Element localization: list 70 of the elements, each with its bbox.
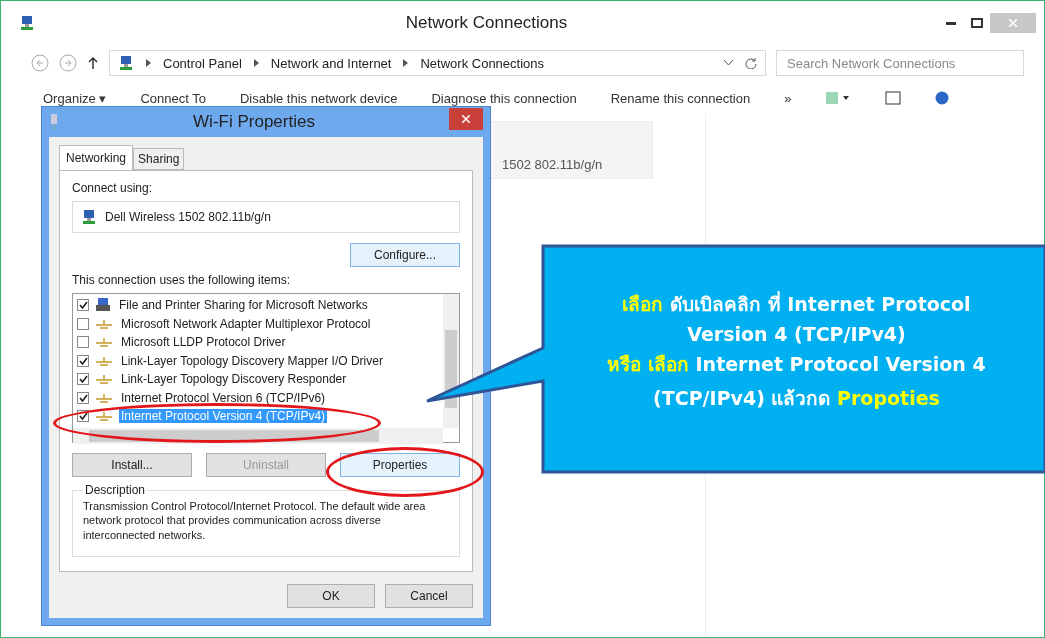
checkbox[interactable] [77, 299, 89, 312]
view-options-icon [825, 91, 852, 105]
toolbar-item[interactable]: Disable this network device [239, 90, 398, 106]
tab[interactable]: Sharing [133, 148, 185, 170]
instruction-text: เลือก ดับเบิลคลิก ที่ Internet Protocol [622, 290, 971, 317]
help-icon [935, 91, 950, 105]
checkbox[interactable] [77, 410, 89, 423]
forward-icon [59, 54, 77, 72]
protocol-icon [95, 392, 113, 403]
checkbox[interactable] [77, 336, 89, 349]
list-item[interactable]: Microsoft LLDP Protocol Driver [119, 335, 288, 350]
refresh-icon [745, 57, 757, 69]
vertical-scrollbar[interactable] [443, 294, 459, 428]
pane-icon [885, 91, 902, 105]
horizontal-scrollbar[interactable] [73, 427, 443, 444]
dropdown-icon [724, 60, 733, 66]
chevron-icon [146, 59, 151, 67]
protocol-icon [95, 374, 113, 385]
checkbox[interactable] [77, 317, 89, 330]
dialog-button[interactable]: Install... [72, 453, 192, 477]
protocol-icon [95, 337, 113, 348]
toolbar-item[interactable]: Organize ▾ [43, 90, 107, 106]
instruction-text: (TCP/IPv4) แล้วกด Propoties [653, 386, 940, 411]
instruction-text: หรือ เลือก Internet Protocol Version 4 [607, 352, 986, 377]
close-icon [1009, 19, 1017, 27]
chevron-icon [403, 59, 409, 67]
protocol-icon [95, 411, 113, 422]
close-icon [462, 115, 470, 123]
network-icon [49, 113, 59, 131]
close-button[interactable] [449, 108, 483, 130]
printer-icon [95, 297, 111, 314]
up-arrow-icon [87, 56, 99, 70]
adapter-name: Dell Wireless 1502 802.11b/g/n [105, 210, 271, 224]
checkbox[interactable] [77, 391, 89, 404]
toolbar-item[interactable]: » [784, 90, 792, 106]
dialog-button[interactable]: Cancel [385, 584, 473, 608]
list-item[interactable]: Internet Protocol Version 6 (TCP/IPv6) [119, 390, 328, 405]
dialog-button[interactable]: Properties [340, 453, 460, 477]
network-icon [19, 15, 35, 31]
checkbox[interactable] [77, 354, 89, 367]
scrollbar-thumb[interactable] [89, 429, 379, 442]
protocol-icon [95, 318, 113, 329]
dialog-button[interactable]: OK [287, 584, 375, 608]
dialog-title: Wi-Fi Properties [192, 112, 316, 132]
network-adapter-icon [81, 209, 97, 225]
breadcrumb[interactable]: Control Panel [163, 55, 242, 71]
field-label: This connection uses the following items: [72, 273, 292, 287]
protocol-icon [95, 355, 113, 366]
list-item[interactable]: File and Printer Sharing for Microsoft Networks [117, 298, 370, 313]
instruction-text: Version 4 (TCP/IPv4) [687, 323, 906, 345]
configure-button[interactable]: Configure... [350, 243, 460, 267]
checkbox[interactable] [77, 373, 89, 386]
tab[interactable]: Networking [59, 145, 134, 171]
breadcrumb[interactable]: Network Connections [420, 55, 545, 71]
group-title: Description [84, 483, 147, 497]
description-text: Transmission Control Protocol/Internet Protocol. The default wide area network protocol that provides communication across diverse interconnected networks. [83, 499, 427, 542]
toolbar-item[interactable]: Rename this connection [610, 90, 751, 106]
address-bar[interactable]: Control Panel Network and Internet Network Connections [109, 50, 766, 76]
network-icon [118, 55, 134, 71]
toolbar-item[interactable]: Diagnose this connection [431, 90, 577, 106]
back-icon [31, 54, 49, 72]
search-field[interactable]: Search Network Connections [776, 50, 1024, 76]
breadcrumb[interactable]: Network and Internet [270, 55, 392, 71]
field-label: Connect using: [72, 181, 154, 195]
toolbar-item[interactable]: Connect To [140, 90, 206, 106]
window-title: Network Connections [404, 13, 569, 33]
chevron-icon [253, 59, 259, 67]
list-item[interactable]: Link-Layer Topology Discovery Responder [119, 372, 349, 387]
list-item[interactable]: Microsoft Network Adapter Multiplexor Protocol [119, 316, 373, 331]
list-item[interactable]: Link-Layer Topology Discovery Mapper I/O Driver [119, 353, 385, 368]
